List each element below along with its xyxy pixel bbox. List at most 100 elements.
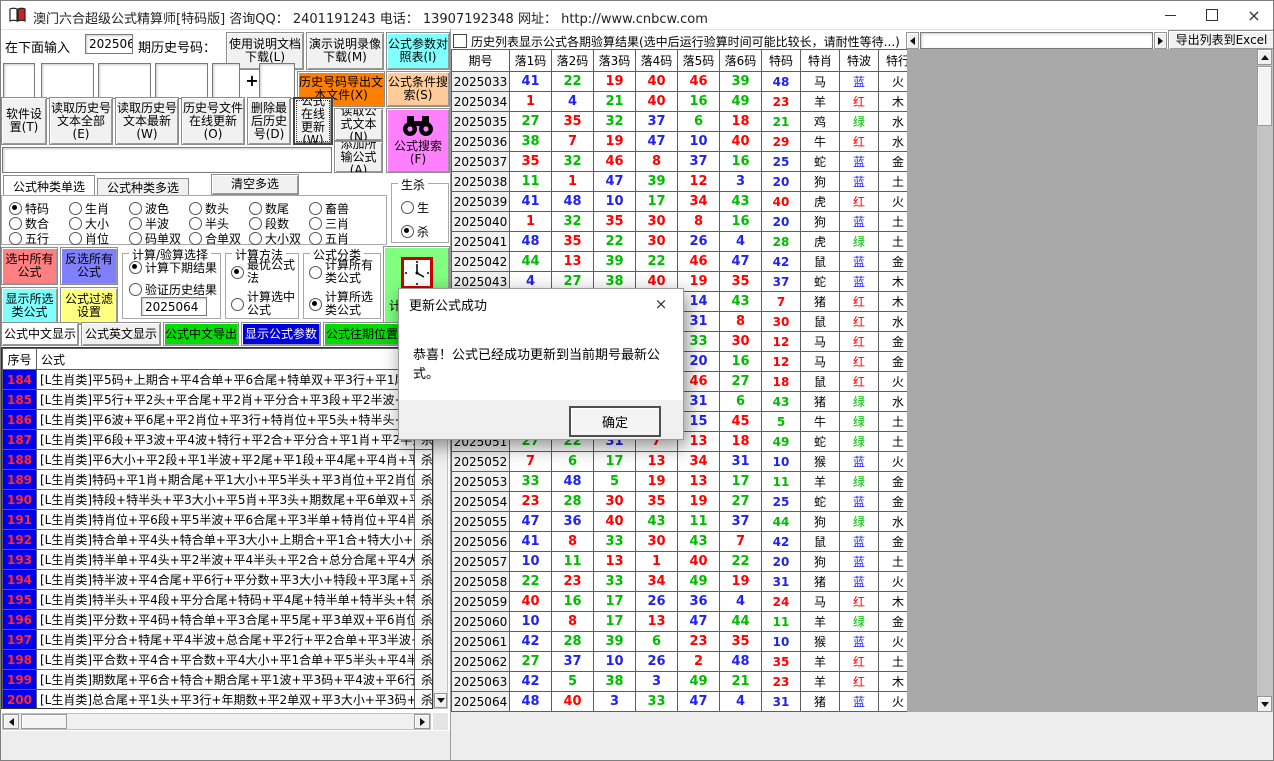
history-table-row[interactable]: 2025040132353081620狗蓝土 [452, 212, 908, 232]
table-scroll-down-icon[interactable] [1257, 696, 1272, 712]
read-formula-text-button[interactable]: 读取公式文本(N) [334, 108, 383, 141]
minimize-button[interactable] [1149, 1, 1191, 29]
formula-row[interactable]: 195[L生肖类]特半头+平4段+平分合尾+特码+平4尾+特半单+特半头+特半头… [3, 590, 434, 610]
history-number-box[interactable] [41, 63, 94, 99]
radio-formula-type-码单双[interactable]: 码单双 [129, 230, 181, 247]
period-number-input[interactable]: 2025065 [85, 34, 133, 54]
history-action-button[interactable]: 历史号文件在线更新(O) [181, 97, 245, 145]
tab-formula-type-single[interactable]: 公式种类单选 [3, 175, 95, 196]
formula-row[interactable]: 199[L生肖类]期数尾+平6合+特合+期合尾+平1波+平3码+平4波+平6行+… [3, 670, 434, 690]
history-table-row[interactable]: 20250352735323761821鸡绿水 [452, 112, 908, 132]
invert-selection-button[interactable]: 反选所有公式 [60, 247, 118, 285]
history-table-row[interactable]: 20250533348519131711羊绿金 [452, 472, 908, 492]
dialog-ok-button[interactable]: 确定 [569, 406, 661, 437]
history-result-checkbox[interactable] [453, 34, 467, 48]
formula-row[interactable]: 189[L生肖类]特码+平1肖+期合尾+平1大小+平5半头+平3肖位+平2肖位+… [3, 470, 434, 490]
history-table-row[interactable]: 202504244133922464742鼠蓝金 [452, 252, 908, 272]
display-mode-button[interactable]: 公式英文显示 [81, 322, 161, 346]
history-table-row[interactable]: 20250373532468371625蛇蓝金 [452, 152, 908, 172]
export-to-excel-button[interactable]: 导出列表到Excel [1168, 30, 1274, 50]
scroll-right-icon[interactable] [414, 714, 430, 729]
history-table-row[interactable]: 202505547364043113744狗绿水 [452, 512, 908, 532]
history-table-row[interactable]: 2025064484033347431猪蓝火 [452, 692, 908, 712]
history-table-row[interactable]: 20250414835223026428虎绿土 [452, 232, 908, 252]
history-table-row[interactable]: 20250594016172636424马红木 [452, 592, 908, 612]
table-vscroll-thumb[interactable] [1257, 66, 1272, 126]
formula-row[interactable]: 196[L生肖类]平分数+平4码+特合单+平3合尾+平5尾+平3单双+平6肖位+… [3, 610, 434, 630]
radio-formula-type-合单双[interactable]: 合单双 [189, 230, 241, 247]
radio-formula-type-肖位[interactable]: 肖位 [69, 230, 109, 247]
radio-best-formula[interactable]: 最优公式法 [231, 259, 295, 285]
clear-multi-button[interactable]: 清空多选 [211, 174, 299, 195]
history-table-row[interactable]: 2025056418333043742鼠蓝金 [452, 532, 908, 552]
radio-formula-type-大小双[interactable]: 大小双 [249, 230, 301, 247]
show-selected-class-button[interactable]: 显示所选类公式 [1, 287, 58, 325]
formula-row[interactable]: 198[L生肖类]平合数+平4合+平合数+平4大小+平1合单+平5半头+平4半波… [3, 650, 434, 670]
condition-search-button[interactable]: 公式条件搜索(S) [386, 71, 450, 107]
history-number-box[interactable] [98, 63, 151, 99]
tab-formula-type-multi[interactable]: 公式种类多选 [97, 178, 189, 196]
display-mode-button[interactable]: 公式中文显示 [1, 322, 79, 346]
history-table-row[interactable]: 202503941481017344340虎红火 [452, 192, 908, 212]
formula-list-hscrollbar[interactable] [2, 713, 431, 730]
formula-row[interactable]: 200[L生肖类]总合尾+平1头+平3行+年期数+平2单双+平3大小+平3码+平… [3, 690, 434, 710]
history-table-vscrollbar[interactable] [1257, 49, 1274, 712]
radio-formula-type-五肖[interactable]: 五肖 [309, 230, 349, 247]
formula-input[interactable] [2, 147, 332, 173]
strip-scroll-track[interactable] [920, 32, 1153, 49]
formula-row[interactable]: 188[L生肖类]平6大小+平2段+平1半波+平2尾+平1段+平4尾+平4肖+平… [3, 450, 434, 470]
verify-period-input[interactable]: 2025064 [141, 297, 207, 316]
demo-video-download-button[interactable]: 演示说明录像下载(M) [306, 32, 384, 70]
formula-search-button[interactable]: 公式搜索(F) [386, 108, 450, 173]
history-table-row[interactable]: 202503341221940463948马蓝火 [452, 72, 908, 92]
hscroll-thumb[interactable] [21, 714, 67, 729]
history-table-row[interactable]: 20250614228396233510猴蓝火 [452, 632, 908, 652]
history-number-box[interactable] [212, 63, 240, 99]
history-table-row[interactable]: 2025052761713343110猴蓝火 [452, 452, 908, 472]
formula-row[interactable]: 184[L生肖类]平5码+上期合+平4合单+平6合尾+特单双+平3行+平1尾+平… [3, 370, 434, 390]
history-table-row[interactable]: 20250622737102624835羊红土 [452, 652, 908, 672]
dialog-close-icon[interactable]: × [639, 289, 683, 319]
formula-filter-button[interactable]: 公式过滤设置 [60, 287, 118, 325]
history-number-box[interactable] [155, 63, 208, 99]
history-table-row[interactable]: 20250571011131402220狗蓝土 [452, 552, 908, 572]
maximize-button[interactable] [1191, 1, 1233, 29]
history-table-row[interactable]: 2025063425383492123羊红木 [452, 672, 908, 692]
display-mode-button[interactable]: 公式中文导出 [163, 322, 239, 346]
select-all-formula-button[interactable]: 选中所有公式 [1, 247, 58, 285]
radio-verify-history[interactable]: 验证历史结果 [129, 281, 217, 298]
add-formula-button[interactable]: 添加所输公式(A) [334, 141, 383, 173]
formula-row[interactable]: 187[L生肖类]平6段+平3波+平4波+特行+平2合+平分合+平1肖+平2半头… [3, 430, 434, 450]
formula-param-table-button[interactable]: 公式参数对照表(I) [386, 32, 450, 70]
history-table-row[interactable]: 202505822233334491931猪蓝火 [452, 572, 908, 592]
formula-row[interactable]: 191[L生肖类]特肖位+平6段+平5半波+平6合尾+平3半单+特肖位+平4肖+… [3, 510, 434, 530]
history-action-button[interactable]: 读取历史号文本最新(W) [115, 97, 179, 145]
table-scroll-up-icon[interactable] [1257, 49, 1272, 65]
formula-row[interactable]: 186[L生肖类]平6波+平6尾+平2肖位+平3行+特肖位+平5头+特半头+特合… [3, 410, 434, 430]
scroll-down-icon[interactable] [434, 693, 447, 708]
display-mode-button[interactable]: 公式往期位置 [323, 322, 401, 346]
display-mode-button[interactable]: 显示公式参数 [241, 322, 321, 346]
history-number-box[interactable] [3, 63, 35, 99]
strip-scroll-right-icon[interactable] [1154, 32, 1167, 49]
strip-scroll-left-icon[interactable] [906, 32, 919, 49]
history-action-button[interactable]: 公式在线更新(W) [293, 97, 333, 145]
history-table-row[interactable]: 20250363871947104029牛红水 [452, 132, 908, 152]
history-action-button[interactable]: 读取历史号文本全部(E) [49, 97, 113, 145]
history-table-row[interactable]: 2025034142140164923羊红木 [452, 92, 908, 112]
scroll-left-icon[interactable] [3, 714, 19, 729]
formula-row[interactable]: 194[L生肖类]特半波+平4合尾+平6行+平分数+平3大小+特段+平3尾+平3… [3, 570, 434, 590]
radio-calc-selected-formula[interactable]: 计算选中公式 [231, 291, 295, 317]
formula-row[interactable]: 192[L生肖类]特合单+平4头+特合单+平3大小+上期合+平1合+特大小+平6… [3, 530, 434, 550]
close-button[interactable]: × [1233, 1, 1274, 29]
formula-row[interactable]: 197[L生肖类]平分合+特尾+平4半波+总合尾+平2行+平2合单+平3半波+特… [3, 630, 434, 650]
formula-row[interactable]: 190[L生肖类]特段+特半头+平3大小+平5肖+平3头+期数尾+平6单双+平5… [3, 490, 434, 510]
history-action-button[interactable]: 删除最后历史号(D) [247, 97, 291, 145]
history-number-box[interactable] [259, 63, 295, 99]
history-table-row[interactable]: 202505423283035192725蛇蓝金 [452, 492, 908, 512]
radio-formula-type-五行[interactable]: 五行 [9, 230, 49, 247]
radio-shengsha-生[interactable]: 生 [401, 199, 429, 216]
history-table-row[interactable]: 20250601081713474411羊绿金 [452, 612, 908, 632]
formula-row[interactable]: 185[L生肖类]平5行+平2头+平合尾+平2肖+平分合+平3段+平2半波+平合… [3, 390, 434, 410]
radio-calc-all-class[interactable]: 计算所有类公式 [309, 259, 379, 285]
